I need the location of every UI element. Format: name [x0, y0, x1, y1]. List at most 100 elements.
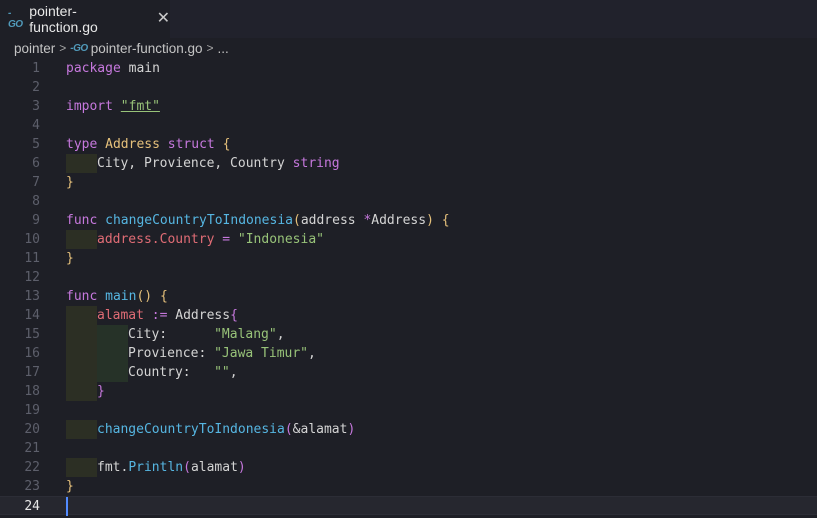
punctuation-token: ,: [229, 365, 238, 380]
code-line[interactable]: 5 type Address struct {: [0, 135, 817, 154]
code-line[interactable]: 11}: [0, 249, 817, 268]
code-line[interactable]: 20 changeCountryToIndonesia(&alamat): [0, 420, 817, 439]
line-number: 24: [24, 499, 40, 514]
line-number: 15: [24, 327, 40, 342]
text-cursor: [66, 497, 68, 516]
code-line[interactable]: 6 City, Provience, Country string: [0, 154, 817, 173]
line-number: 20: [24, 422, 40, 437]
indent-guide: [66, 154, 97, 173]
breadcrumb-more[interactable]: ...: [218, 41, 229, 56]
paren-token: (: [284, 422, 293, 437]
line-number: 6: [32, 156, 40, 171]
breadcrumb: pointer > -GO pointer-function.go > ...: [14, 38, 229, 58]
line-number: 21: [24, 441, 40, 456]
function-token: changeCountryToIndonesia: [105, 213, 293, 228]
close-icon[interactable]: ✕: [157, 11, 170, 27]
tab-bar: -GO pointer-function.go ✕: [0, 0, 817, 38]
brace-token: }: [66, 251, 74, 266]
go-file-icon: -GO: [8, 8, 23, 30]
identifier-token: alamat: [190, 460, 238, 475]
line-number: 16: [24, 346, 40, 361]
indent-guide: [97, 363, 128, 382]
line-number: 9: [32, 213, 40, 228]
code-line[interactable]: 3 import "fmt": [0, 97, 817, 116]
identifier-token: fmt.: [97, 460, 129, 475]
code-line[interactable]: 19: [0, 401, 817, 420]
indent-guide: [97, 325, 128, 344]
code-line[interactable]: 4: [0, 116, 817, 135]
code-line[interactable]: 7}: [0, 173, 817, 192]
code-line[interactable]: 23}: [0, 477, 817, 496]
function-token: main: [105, 289, 137, 304]
keyword-token: type: [66, 137, 98, 152]
code-line[interactable]: 15 City: "Malang",: [0, 325, 817, 344]
brace-token: {: [159, 289, 168, 304]
code-editor[interactable]: 1 package main 2 3 import "fmt" 4 5 type Ad…: [0, 59, 817, 518]
function-token: changeCountryToIndonesia: [97, 422, 285, 437]
indent-guide: [66, 344, 97, 363]
operator-token: =: [214, 232, 238, 247]
identifier-token: address: [300, 213, 364, 228]
paren-token: (: [292, 213, 301, 228]
indent-guide: [66, 382, 97, 401]
line-number: 14: [24, 308, 40, 323]
brace-token: {: [222, 137, 231, 152]
code-line[interactable]: 9 func changeCountryToIndonesia(address *…: [0, 211, 817, 230]
code-line[interactable]: 8: [0, 192, 817, 211]
line-number: 8: [32, 194, 40, 209]
line-number: 10: [24, 232, 40, 247]
indent-guide: [66, 363, 97, 382]
tab-pointer-function[interactable]: -GO pointer-function.go ✕: [0, 0, 170, 38]
line-number: 11: [24, 251, 40, 266]
chevron-right-icon: >: [206, 41, 214, 55]
code-line[interactable]: 1 package main: [0, 59, 817, 78]
keyword-token: import: [66, 99, 113, 114]
identifier-token: Country:: [128, 365, 215, 380]
code-line[interactable]: 17 Country: "",: [0, 363, 817, 382]
string-token: "Jawa Timur": [214, 346, 309, 361]
string-token: "": [214, 365, 230, 380]
punctuation-token: ,: [308, 346, 316, 361]
function-token: Println: [128, 460, 184, 475]
line-number: 2: [32, 80, 40, 95]
line-number: 13: [24, 289, 40, 304]
keyword-token: string: [292, 156, 340, 171]
punctuation-token: ,: [276, 327, 285, 342]
tab-title[interactable]: pointer-function.go: [29, 3, 144, 35]
code-line[interactable]: 22 fmt.Println(alamat): [0, 458, 817, 477]
paren-token: (): [136, 289, 153, 304]
line-number: 5: [32, 137, 40, 152]
keyword-token: func: [66, 289, 98, 304]
keyword-token: package: [66, 61, 121, 76]
indent-guide: [66, 230, 97, 249]
code-line[interactable]: 14 alamat := Address{: [0, 306, 817, 325]
identifier-token: Address: [371, 213, 427, 228]
code-line-current[interactable]: 24: [0, 496, 817, 516]
code-line[interactable]: 16 Provience: "Jawa Timur",: [0, 344, 817, 363]
paren-token: (: [183, 460, 191, 475]
line-number: 22: [24, 460, 40, 475]
indent-guide: [66, 458, 97, 477]
indent-guide: [66, 306, 97, 325]
code-line[interactable]: 21: [0, 439, 817, 458]
identifier-token: Provience:: [128, 346, 215, 361]
code-line[interactable]: 2: [0, 78, 817, 97]
brace-token: }: [97, 384, 105, 399]
breadcrumb-file[interactable]: pointer-function.go: [91, 41, 203, 56]
identifier-token: City, Provience, Country: [97, 156, 293, 171]
identifier-token: &alamat: [292, 422, 348, 437]
code-line[interactable]: 13 func main() {: [0, 287, 817, 306]
variable-token: alamat: [97, 308, 144, 323]
breadcrumb-folder[interactable]: pointer: [14, 41, 55, 56]
paren-token: ): [426, 213, 434, 228]
line-number: 7: [32, 175, 40, 190]
line-number: 1: [32, 61, 40, 76]
identifier-token: main: [128, 61, 160, 76]
code-line[interactable]: 10 address.Country = "Indonesia": [0, 230, 817, 249]
indent-guide: [97, 344, 128, 363]
line-number: 3: [32, 99, 40, 114]
code-line[interactable]: 18}: [0, 382, 817, 401]
brace-token: }: [66, 479, 74, 494]
keyword-token: struct: [167, 137, 215, 152]
code-line[interactable]: 12: [0, 268, 817, 287]
